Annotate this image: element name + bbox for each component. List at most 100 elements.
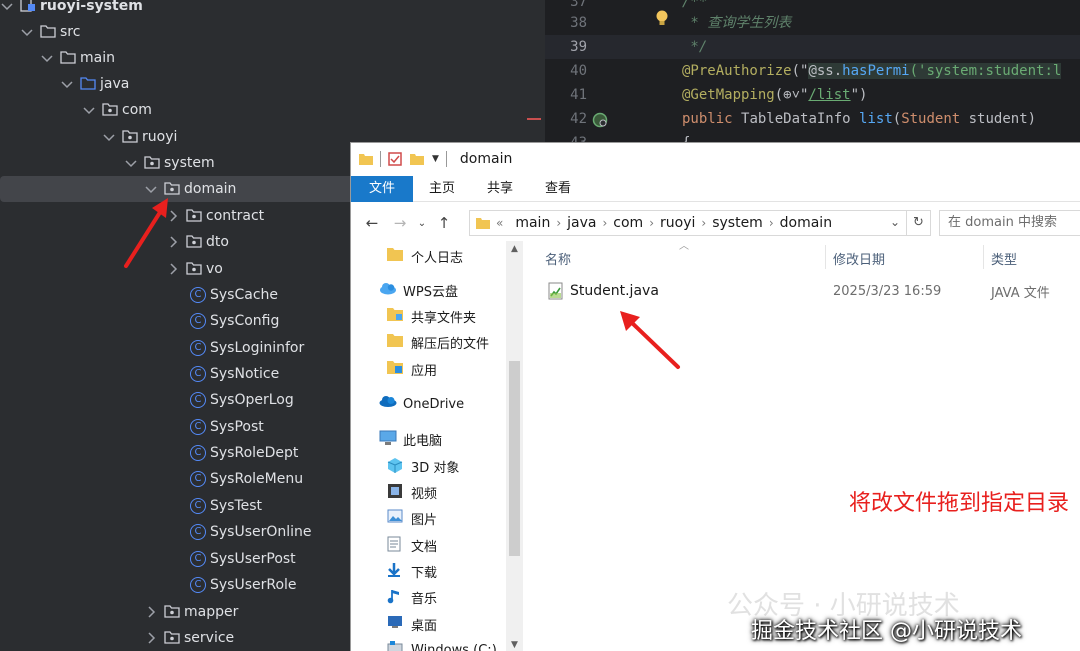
nav-scrollbar[interactable]: ▲ ▼ xyxy=(506,241,523,651)
tab-file[interactable]: 文件 xyxy=(351,176,413,202)
tree-item-sysoperlog[interactable]: C SysOperLog xyxy=(0,387,350,413)
tree-item-label: SysTest xyxy=(210,498,263,514)
nav-item[interactable]: 下载 xyxy=(351,558,511,584)
properties-icon[interactable] xyxy=(388,152,402,166)
nav-item[interactable]: OneDrive xyxy=(351,391,511,417)
breadcrumb-domain[interactable]: domain xyxy=(780,215,832,231)
breadcrumb-system[interactable]: system xyxy=(712,215,763,231)
chevron-down-icon[interactable] xyxy=(102,130,116,144)
chevron-down-icon[interactable] xyxy=(144,182,158,196)
tree-item-sysrolemenu[interactable]: C SysRoleMenu xyxy=(0,466,350,492)
tree-item-ruoyi-system[interactable]: ruoyi-system xyxy=(0,0,350,19)
tree-item-syscache[interactable]: C SysCache xyxy=(0,282,350,308)
tree-item-dto[interactable]: dto xyxy=(0,229,350,255)
nav-item-label: 个人日志 xyxy=(411,250,464,266)
file-row[interactable]: Student.java 2025/3/23 16:59 JAVA 文件 xyxy=(547,279,1080,303)
nav-item[interactable]: WPS云盘 xyxy=(351,277,511,303)
column-divider[interactable] xyxy=(825,245,826,269)
tab-share[interactable]: 共享 xyxy=(471,176,529,202)
nav-item[interactable]: 个人日志 xyxy=(351,243,511,269)
tree-item-sysconfig[interactable]: C SysConfig xyxy=(0,308,350,334)
chevron-down-icon[interactable] xyxy=(82,103,96,117)
breadcrumb-java[interactable]: java xyxy=(567,215,596,231)
breadcrumb-overflow[interactable]: « xyxy=(496,216,503,230)
tree-item-src[interactable]: src xyxy=(0,19,350,45)
scroll-up-icon[interactable]: ▲ xyxy=(506,244,523,254)
recent-locations-icon[interactable]: ⌄ xyxy=(411,218,433,229)
column-divider[interactable] xyxy=(983,245,984,269)
nav-item[interactable]: 音乐 xyxy=(351,584,511,610)
code-line[interactable]: 42 public TableDataInfo list(Student stud… xyxy=(545,107,1080,131)
code-line[interactable]: 39 */ xyxy=(545,35,1080,59)
tree-item-sysuseronline[interactable]: C SysUserOnline xyxy=(0,519,350,545)
tree-item-java[interactable]: java xyxy=(0,71,350,97)
chevron-right-icon[interactable] xyxy=(144,605,158,619)
chevron-down-icon[interactable] xyxy=(40,51,54,65)
column-header-name[interactable]: 名称 xyxy=(545,249,571,268)
line-number: 41 xyxy=(570,87,587,103)
breadcrumb-com[interactable]: com xyxy=(613,215,643,231)
package-icon xyxy=(164,604,180,620)
tree-item-sysuserpost[interactable]: C SysUserPost xyxy=(0,546,350,572)
breadcrumb-separator-icon[interactable]: › xyxy=(556,216,561,230)
nav-item[interactable]: 视频 xyxy=(351,479,511,505)
breadcrumb-separator-icon[interactable]: › xyxy=(649,216,654,230)
code-line[interactable]: 40 @PreAuthorize("@ss.hasPermi('system:st… xyxy=(545,59,1080,83)
column-header-type[interactable]: 类型 xyxy=(991,249,1017,268)
tab-home[interactable]: 主页 xyxy=(413,176,471,202)
tree-item-mapper[interactable]: mapper xyxy=(0,599,350,625)
tab-view[interactable]: 查看 xyxy=(529,176,587,202)
chevron-right-icon[interactable] xyxy=(144,631,158,645)
breadcrumb-separator-icon[interactable]: › xyxy=(701,216,706,230)
nav-item[interactable]: 3D 对象 xyxy=(351,453,511,479)
tree-item-contract[interactable]: contract xyxy=(0,203,350,229)
nav-item[interactable]: 共享文件夹 xyxy=(351,303,511,329)
tree-item-com[interactable]: com xyxy=(0,97,350,123)
chevron-down-icon[interactable] xyxy=(0,0,14,13)
chevron-down-icon[interactable] xyxy=(60,77,74,91)
quick-access-dropdown-icon[interactable]: ▼ xyxy=(432,154,439,164)
package-icon xyxy=(186,261,202,277)
line-number: 40 xyxy=(570,63,587,79)
tree-item-service[interactable]: service xyxy=(0,625,350,651)
code-line[interactable]: 38 * 查询学生列表 xyxy=(545,11,1080,35)
breadcrumb-separator-icon[interactable]: › xyxy=(602,216,607,230)
search-input[interactable]: 在 domain 中搜索 xyxy=(939,210,1080,236)
column-header-modified[interactable]: 修改日期 xyxy=(833,249,885,268)
tree-item-syslogininfor[interactable]: C SysLogininfor xyxy=(0,335,350,361)
nav-item[interactable]: 解压后的文件 xyxy=(351,329,511,355)
tree-item-systest[interactable]: C SysTest xyxy=(0,493,350,519)
tree-item-sysroledept[interactable]: C SysRoleDept xyxy=(0,440,350,466)
tree-item-syspost[interactable]: C SysPost xyxy=(0,414,350,440)
up-icon[interactable]: ↑ xyxy=(433,214,455,232)
address-dropdown-icon[interactable]: ⌄ xyxy=(890,215,900,229)
back-icon[interactable]: ← xyxy=(361,214,383,232)
tree-item-main[interactable]: main xyxy=(0,45,350,71)
watermark: 公众号 · 小研说技术 掘金技术社区 @小研说技术 xyxy=(351,591,1080,651)
breadcrumb-main[interactable]: main xyxy=(515,215,550,231)
chevron-down-icon[interactable] xyxy=(20,25,34,39)
class-icon: C xyxy=(190,313,206,329)
tree-item-vo[interactable]: vo xyxy=(0,256,350,282)
chevron-down-icon[interactable] xyxy=(124,156,138,170)
package-icon xyxy=(144,155,160,171)
forward-icon[interactable]: → xyxy=(389,214,411,232)
tree-item-sysnotice[interactable]: C SysNotice xyxy=(0,361,350,387)
new-folder-icon[interactable] xyxy=(410,153,424,165)
tree-item-ruoyi[interactable]: ruoyi xyxy=(0,124,350,150)
nav-item[interactable]: 此电脑 xyxy=(351,426,511,452)
address-bar[interactable]: « main › java › com › ruoyi › system › domain… xyxy=(469,210,907,236)
code-line[interactable]: 41 @GetMapping(⊕˅"/list") xyxy=(545,83,1080,107)
nav-item[interactable]: 文档 xyxy=(351,532,511,558)
breadcrumb-separator-icon[interactable]: › xyxy=(769,216,774,230)
breadcrumb-ruoyi[interactable]: ruoyi xyxy=(660,215,695,231)
scrollbar-thumb[interactable] xyxy=(509,361,520,556)
tree-item-sysuserrole[interactable]: C SysUserRole xyxy=(0,572,350,598)
tree-item-system[interactable]: system xyxy=(0,150,350,176)
nav-item[interactable]: 应用 xyxy=(351,356,511,382)
nav-item-label: 文档 xyxy=(411,539,438,555)
nav-item[interactable]: 图片 xyxy=(351,505,511,531)
refresh-icon[interactable]: ↻ xyxy=(907,210,931,236)
code-token: ") xyxy=(850,87,868,103)
file-name: Student.java xyxy=(570,283,659,299)
